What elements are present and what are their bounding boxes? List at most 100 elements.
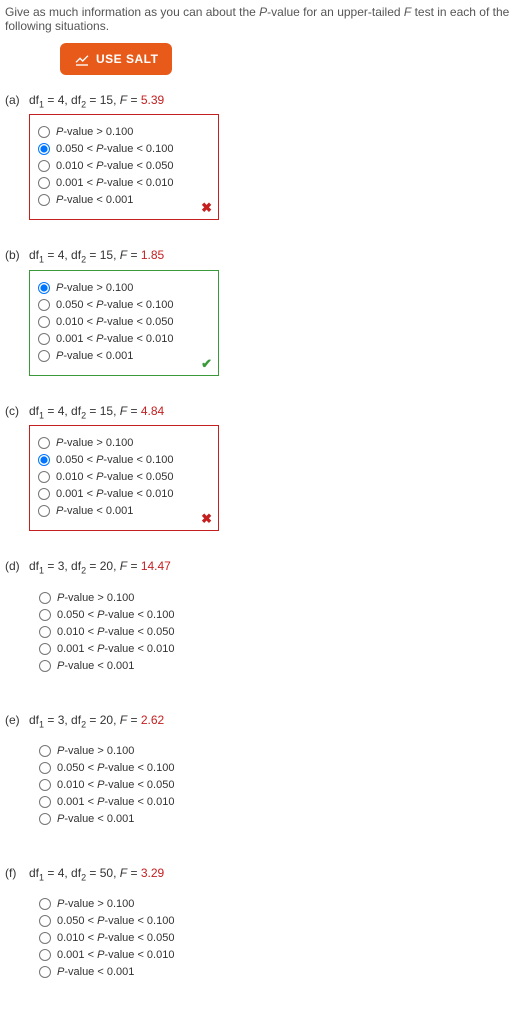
option-row: P-value > 0.100 [38,437,210,449]
header-parameters: df1 = 4, df2 = 15, F = 1.85 [29,248,164,264]
option-radio[interactable] [38,143,50,155]
option-radio[interactable] [39,762,51,774]
option-row: 0.001 < P-value < 0.010 [38,333,210,345]
option-radio[interactable] [39,745,51,757]
option-radio[interactable] [39,915,51,927]
question-header: (e)df1 = 3, df2 = 20, F = 2.62 [5,713,523,729]
chart-icon [74,51,90,67]
option-label: 0.050 < P-value < 0.100 [56,299,173,311]
use-salt-button[interactable]: USE SALT [60,43,172,75]
option-label: 0.001 < P-value < 0.010 [56,333,173,345]
option-label: P-value > 0.100 [56,437,133,449]
option-row: 0.050 < P-value < 0.100 [39,609,211,621]
option-row: 0.001 < P-value < 0.010 [39,643,211,655]
option-label: 0.010 < P-value < 0.050 [57,626,174,638]
option-radio[interactable] [38,194,50,206]
option-radio[interactable] [39,779,51,791]
part-label: (a) [5,93,29,107]
option-row: P-value < 0.001 [39,660,211,672]
question-header: (d)df1 = 3, df2 = 20, F = 14.47 [5,559,523,575]
option-radio[interactable] [38,177,50,189]
option-radio[interactable] [39,660,51,672]
option-label: P-value > 0.100 [57,898,134,910]
header-parameters: df1 = 4, df2 = 50, F = 3.29 [29,866,164,882]
option-radio[interactable] [39,796,51,808]
option-row: 0.010 < P-value < 0.050 [38,471,210,483]
option-label: 0.001 < P-value < 0.010 [57,796,174,808]
header-parameters: df1 = 4, df2 = 15, F = 4.84 [29,404,164,420]
option-radio[interactable] [39,898,51,910]
option-label: 0.010 < P-value < 0.050 [57,932,174,944]
option-radio[interactable] [38,299,50,311]
option-row: 0.050 < P-value < 0.100 [38,299,210,311]
option-label: 0.050 < P-value < 0.100 [56,454,173,466]
option-radio[interactable] [39,949,51,961]
option-radio[interactable] [39,966,51,978]
option-row: P-value > 0.100 [38,282,210,294]
option-radio[interactable] [39,626,51,638]
header-parameters: df1 = 4, df2 = 15, F = 5.39 [29,93,164,109]
option-row: 0.010 < P-value < 0.050 [38,160,210,172]
option-radio[interactable] [38,454,50,466]
option-label: P-value > 0.100 [56,126,133,138]
header-parameters: df1 = 3, df2 = 20, F = 14.47 [29,559,171,575]
option-row: 0.001 < P-value < 0.010 [39,949,211,961]
options-box: P-value > 0.100 0.050 < P-value < 0.100 0.… [29,581,219,685]
option-radio[interactable] [38,316,50,328]
option-label: 0.050 < P-value < 0.100 [57,762,174,774]
option-row: P-value < 0.001 [38,194,210,206]
option-row: 0.001 < P-value < 0.010 [38,177,210,189]
option-radio[interactable] [38,282,50,294]
options-box: P-value > 0.100 0.050 < P-value < 0.100 0.… [29,425,219,531]
option-radio[interactable] [38,160,50,172]
option-label: 0.001 < P-value < 0.010 [56,488,173,500]
option-row: 0.010 < P-value < 0.050 [38,316,210,328]
instructions-text: Give as much information as you can abou… [5,5,523,33]
option-radio[interactable] [38,333,50,345]
question-header: (a)df1 = 4, df2 = 15, F = 5.39 [5,93,523,109]
options-box: P-value > 0.100 0.050 < P-value < 0.100 0.… [29,887,219,991]
option-radio[interactable] [38,437,50,449]
option-radio[interactable] [39,813,51,825]
question-part-c: (c)df1 = 4, df2 = 15, F = 4.84 P-value > … [5,404,523,531]
option-radio[interactable] [38,505,50,517]
question-part-b: (b)df1 = 4, df2 = 15, F = 1.85 P-value > … [5,248,523,375]
option-label: P-value < 0.001 [57,660,134,672]
option-row: P-value < 0.001 [39,966,211,978]
option-radio[interactable] [39,609,51,621]
part-label: (e) [5,713,29,727]
option-radio[interactable] [39,932,51,944]
part-label: (b) [5,248,29,262]
option-label: P-value < 0.001 [57,813,134,825]
option-row: 0.050 < P-value < 0.100 [39,915,211,927]
option-label: 0.050 < P-value < 0.100 [57,915,174,927]
option-radio[interactable] [38,488,50,500]
option-radio[interactable] [38,126,50,138]
question-part-f: (f)df1 = 4, df2 = 50, F = 3.29P-value > … [5,866,523,991]
option-label: 0.001 < P-value < 0.010 [56,177,173,189]
option-label: 0.001 < P-value < 0.010 [57,643,174,655]
part-label: (c) [5,404,29,418]
correct-icon: ✔ [201,356,212,372]
option-row: P-value > 0.100 [38,126,210,138]
option-label: 0.001 < P-value < 0.010 [57,949,174,961]
option-label: P-value < 0.001 [57,966,134,978]
option-row: P-value > 0.100 [39,745,211,757]
option-label: 0.010 < P-value < 0.050 [56,160,173,172]
option-radio[interactable] [38,471,50,483]
option-label: P-value < 0.001 [56,350,133,362]
salt-label: USE SALT [96,52,158,66]
question-part-d: (d)df1 = 3, df2 = 20, F = 14.47 P-value >… [5,559,523,684]
option-label: P-value > 0.100 [57,745,134,757]
option-radio[interactable] [39,643,51,655]
option-label: P-value > 0.100 [57,592,134,604]
option-radio[interactable] [38,350,50,362]
option-label: 0.010 < P-value < 0.050 [56,316,173,328]
incorrect-icon: ✖ [201,200,212,216]
option-row: 0.050 < P-value < 0.100 [38,143,210,155]
option-row: P-value > 0.100 [39,592,211,604]
option-row: 0.001 < P-value < 0.010 [39,796,211,808]
option-label: 0.050 < P-value < 0.100 [57,609,174,621]
option-label: P-value > 0.100 [56,282,133,294]
option-radio[interactable] [39,592,51,604]
